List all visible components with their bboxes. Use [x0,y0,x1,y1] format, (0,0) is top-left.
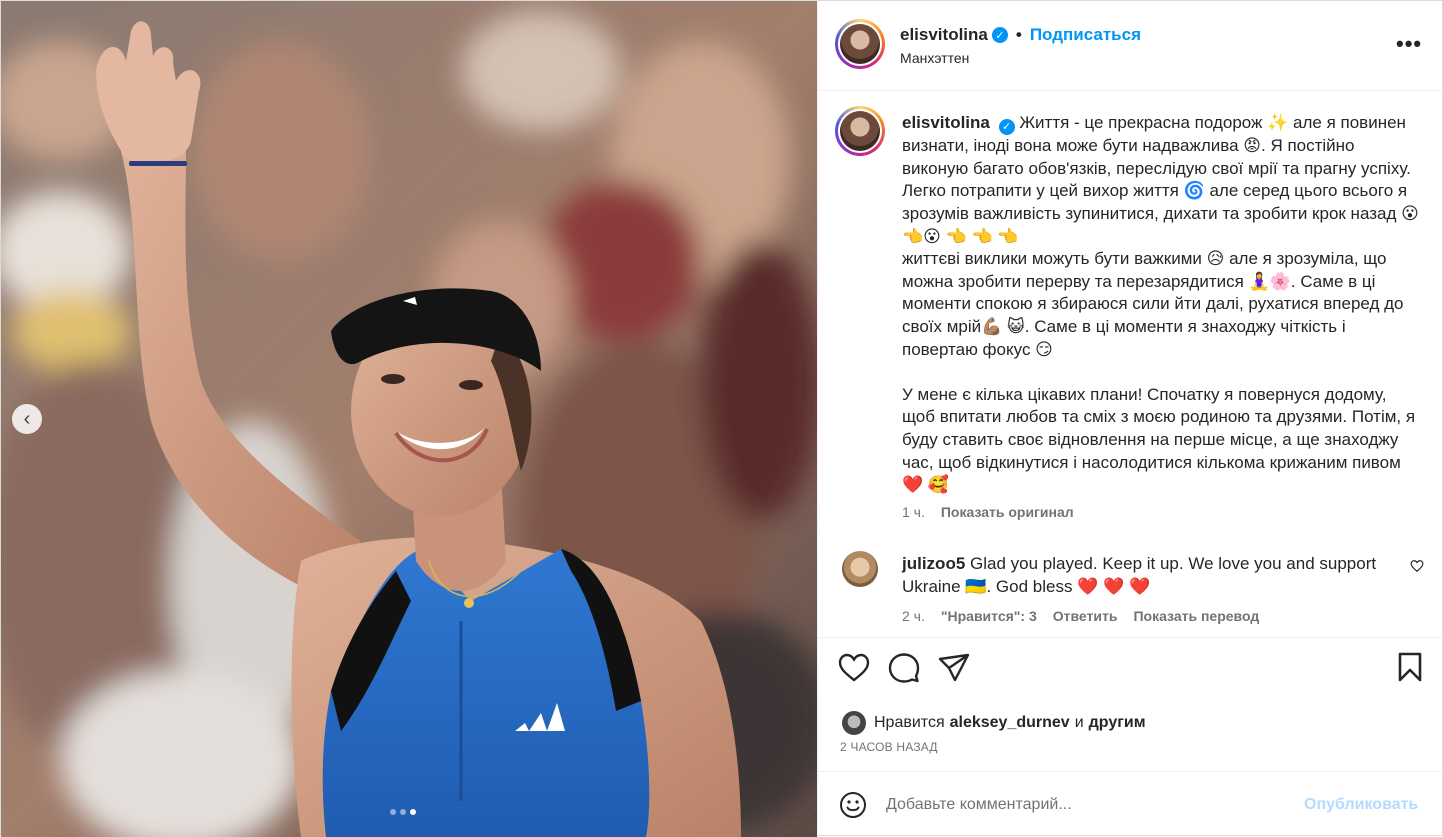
comment-likes-count[interactable]: "Нравится": 3 [941,608,1037,624]
liker-avatar[interactable] [842,711,866,735]
avatar-image [840,24,880,64]
comments-section: elisvitolina ✓ Життя - це прекрасна подо… [818,92,1443,638]
post-sidebar: elisvitolina ✓ • Подписаться Манхэттен •… [817,1,1443,837]
share-icon [938,653,970,682]
like-button[interactable] [836,649,872,685]
carousel-dot [390,809,396,815]
likes-summary: Нравится aleksey_durnev и другим [842,711,1151,735]
comment-button[interactable] [886,649,922,685]
photo-illustration [1,1,817,837]
caption-username[interactable]: elisvitolina [902,113,990,132]
comment-meta: 2 ч. "Нравится": 3 Ответить Показать пер… [902,608,1259,624]
add-comment-bar: Опубликовать [818,771,1443,837]
post-timestamp[interactable]: 2 ЧАСОВ НАЗАД [840,740,938,754]
carousel-prev-button[interactable]: ‹ [12,404,42,434]
verified-badge-icon: ✓ [998,119,1015,136]
author-avatar[interactable] [835,19,885,69]
comment-input[interactable] [886,792,1286,818]
comment-like-button[interactable] [1410,559,1424,576]
post-header: elisvitolina ✓ • Подписаться Манхэттен •… [818,1,1443,91]
likes-others-link[interactable]: другим [1089,714,1146,732]
commenter-avatar[interactable] [842,551,878,587]
follow-button[interactable]: Подписаться [1030,25,1141,45]
avatar-image [840,111,880,151]
carousel-indicator [390,809,416,815]
chevron-left-icon: ‹ [23,407,31,430]
caption-time[interactable]: 1 ч. [902,504,925,520]
post-comment-button[interactable]: Опубликовать [1304,796,1418,814]
more-options-button[interactable]: ••• [1396,31,1422,57]
post-dialog: ‹ elisvitolina ✓ • Подписаться Манхэттен… [0,0,1443,837]
smiley-icon [840,792,866,818]
caption: elisvitolina ✓ Життя - це прекрасна подо… [902,112,1422,497]
reply-button[interactable]: Ответить [1053,608,1118,624]
caption-meta: 1 ч. Показать оригинал [902,504,1074,520]
comment-body: julizoo5 Glad you played. Keep it up. We… [902,553,1402,598]
bookmark-icon [1398,652,1422,682]
heart-icon [838,653,870,682]
emoji-button[interactable] [838,790,868,820]
commenter-username[interactable]: julizoo5 [902,554,965,573]
verified-badge-icon: ✓ [991,27,1008,43]
share-button[interactable] [936,649,972,685]
author-username[interactable]: elisvitolina [900,25,988,45]
post-photo[interactable]: ‹ [1,1,817,837]
caption-text: Життя - це прекрасна подорож ✨ але я пов… [902,113,1419,495]
comment-text: Glad you played. Keep it up. We love you… [902,554,1377,596]
comment-time[interactable]: 2 ч. [902,608,925,624]
header-separator: • [1015,25,1022,44]
show-original-button[interactable]: Показать оригинал [941,504,1074,520]
caption-author-avatar[interactable] [835,106,885,156]
carousel-dot-active [410,809,416,815]
heart-outline-icon [1410,560,1424,573]
likes-prefix: Нравится [874,714,945,731]
likes-conj: и [1074,714,1084,731]
save-button[interactable] [1392,649,1428,685]
more-horizontal-icon: ••• [1396,31,1423,56]
liker-username[interactable]: aleksey_durnev [950,714,1070,732]
post-location[interactable]: Манхэттен [900,50,969,66]
post-actions [818,649,1443,693]
comment-icon [888,653,920,683]
show-translation-button[interactable]: Показать перевод [1133,608,1259,624]
header-user-row: elisvitolina ✓ • Подписаться [900,25,1141,45]
carousel-dot [400,809,406,815]
